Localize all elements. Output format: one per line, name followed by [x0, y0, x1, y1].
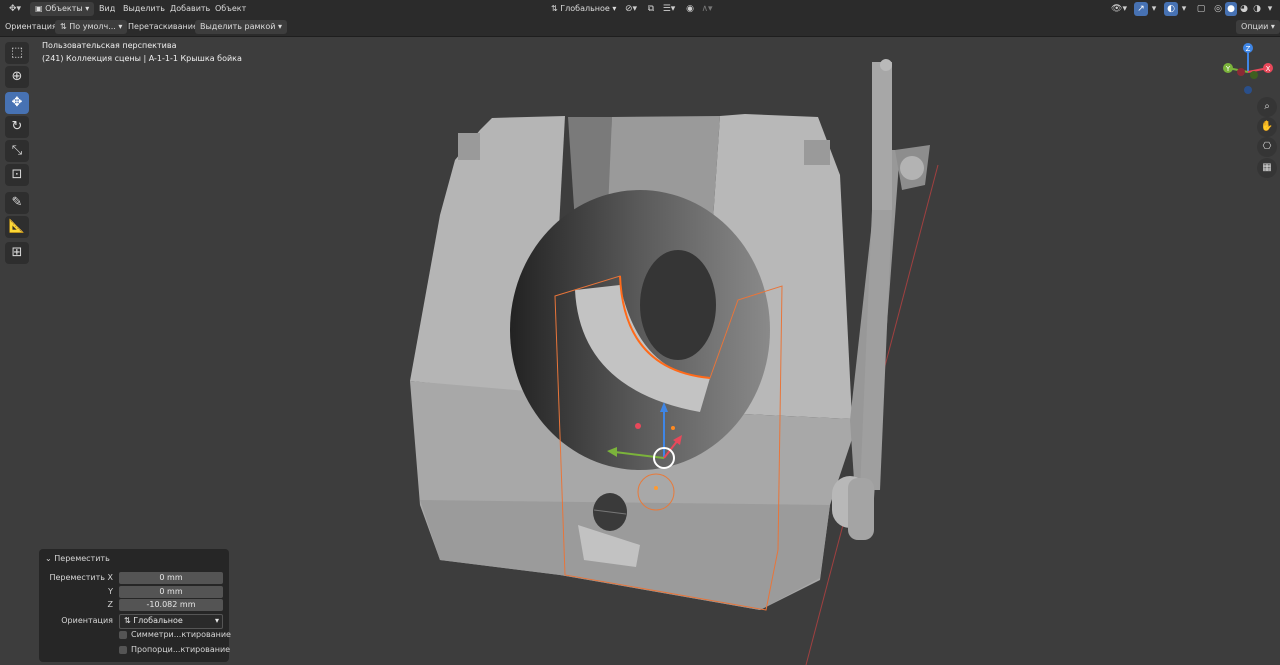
gizmo-z-label: Z	[1246, 45, 1251, 53]
orientation-icon: ⇅	[551, 4, 558, 13]
move-tool[interactable]: ✥	[5, 92, 29, 114]
snap-icon[interactable]: ⧉	[645, 2, 657, 16]
menu-view[interactable]: Вид	[96, 3, 118, 15]
move-y-label: Y	[108, 587, 113, 596]
orientation-select-value: Глобальное	[133, 616, 183, 625]
zoom-icon[interactable]: ⌕	[1257, 97, 1277, 117]
symmetry-label: Симметри...ктирование	[131, 630, 231, 639]
snap-target-icon[interactable]: ☰▾	[658, 2, 680, 16]
add-cube-tool[interactable]: ⊞	[5, 242, 29, 264]
options-dropdown[interactable]: Опции ▾	[1236, 20, 1280, 34]
select-box-tool[interactable]: ⬚	[5, 42, 29, 64]
camera-icon[interactable]: ⎔	[1257, 137, 1277, 157]
orientation-value: По умолч...	[69, 22, 116, 31]
proportional-edit-icon[interactable]: ◉	[684, 2, 696, 16]
overlays-dropdown-icon[interactable]: ▾	[1179, 2, 1189, 16]
collapse-chevron-icon: ⌄	[45, 554, 52, 563]
drag-dropdown[interactable]: Выделить рамкой ▾	[195, 20, 287, 34]
menu-object[interactable]: Объект	[212, 3, 249, 15]
orientation-label: Ориентация:	[5, 22, 60, 31]
measure-icon: 📐	[8, 219, 26, 234]
editor-type-icon[interactable]: ✥▾	[4, 2, 26, 16]
drag-label: Перетаскивание:	[128, 22, 201, 31]
move-x-field[interactable]: 0 mm	[119, 572, 223, 584]
drag-value: Выделить рамкой	[200, 22, 276, 31]
editor-header: ✥▾ ▣ Объекты ▾ Вид Выделить Добавить Объ…	[0, 0, 1280, 18]
model-block	[410, 114, 900, 610]
collection-label: (241) Коллекция сцены | A-1-1-1 Крышка б…	[42, 54, 242, 63]
add-cube-icon: ⊞	[11, 245, 23, 260]
move-x-label: Переместить X	[49, 573, 113, 582]
gizmo-toggle-icon[interactable]: ↗	[1134, 2, 1148, 16]
move-z-field[interactable]: -10.082 mm	[119, 599, 223, 611]
proportional-label: Пропорци...ктирование	[131, 645, 231, 654]
view-perspective-label: Пользовательская перспектива	[42, 41, 177, 50]
measure-tool[interactable]: 📐	[5, 216, 29, 238]
scale-tool[interactable]: ⤡	[5, 140, 29, 162]
move-z-label: Z	[107, 600, 113, 609]
orientation-select[interactable]: ⇅ Глобальное ▾	[119, 614, 223, 629]
mode-dropdown[interactable]: ▣ Объекты ▾	[30, 2, 95, 16]
transform-tool[interactable]: ⊡	[5, 164, 29, 186]
mode-label: Объекты	[45, 4, 83, 13]
navigation-gizmo[interactable]: Z Y X	[1218, 42, 1278, 102]
menu-select[interactable]: Выделить	[120, 3, 168, 15]
annotate-tool[interactable]: ✎	[5, 192, 29, 214]
menu-add[interactable]: Добавить	[167, 3, 213, 15]
wireframe-shading-icon[interactable]: ◎	[1212, 2, 1224, 16]
overlays-toggle-icon[interactable]: ◐	[1164, 2, 1178, 16]
annotate-icon: ✎	[11, 195, 23, 210]
transform-icon: ⊡	[11, 167, 23, 182]
transform-orientation-label: Глобальное	[560, 4, 610, 13]
cursor-icon: ⊕	[11, 69, 23, 84]
options-label: Опции	[1241, 22, 1269, 31]
chevron-down-icon: ▾	[214, 616, 219, 625]
xray-icon[interactable]: ▢	[1194, 2, 1208, 16]
global-orientation-icon: ⇅	[124, 616, 131, 625]
falloff-icon[interactable]: ∧▾	[697, 2, 717, 16]
orientation-dropdown[interactable]: ⇅ По умолч... ▾	[55, 20, 128, 34]
object-mode-icon: ▣	[35, 4, 43, 13]
lever-rod	[832, 59, 930, 540]
move-y-field[interactable]: 0 mm	[119, 586, 223, 598]
cursor-tool[interactable]: ⊕	[5, 66, 29, 88]
operator-panel-header[interactable]: ⌄ Переместить	[45, 553, 110, 565]
select-box-icon: ⬚	[10, 45, 24, 60]
gizmo-x-label: X	[1266, 65, 1271, 73]
solid-shading-icon[interactable]: ●	[1225, 2, 1237, 16]
orientation-axis-icon: ⇅	[60, 22, 67, 31]
material-shading-icon[interactable]: ◕	[1238, 2, 1250, 16]
shading-options-icon[interactable]: ▾	[1264, 2, 1276, 16]
gizmo-dropdown-icon[interactable]: ▾	[1149, 2, 1159, 16]
visibility-icon[interactable]: 👁▾	[1108, 2, 1130, 16]
gizmo-y-label: Y	[1225, 65, 1231, 73]
orientation-row-label: Ориентация	[61, 616, 113, 625]
symmetry-checkbox[interactable]	[119, 631, 127, 639]
pivot-point-icon[interactable]: ⊘▾	[620, 2, 642, 16]
rotate-icon: ↻	[11, 119, 23, 134]
scale-icon: ⤡	[11, 143, 23, 158]
rendered-shading-icon[interactable]: ◑	[1251, 2, 1263, 16]
grid-view-icon[interactable]: ▦	[1257, 158, 1277, 178]
pan-hand-icon[interactable]: ✋	[1257, 117, 1277, 137]
operator-panel: ⌄ Переместить Переместить X 0 mm Y 0 mm …	[39, 549, 231, 662]
rotate-tool[interactable]: ↻	[5, 116, 29, 138]
proportional-checkbox[interactable]	[119, 646, 127, 654]
tool-header: Ориентация: ⇅ По умолч... ▾ Перетаскиван…	[0, 18, 1280, 37]
move-icon: ✥	[11, 95, 23, 110]
transform-orientation-dropdown[interactable]: ⇅ Глобальное ▾	[546, 2, 621, 16]
operator-title: Переместить	[54, 554, 110, 563]
